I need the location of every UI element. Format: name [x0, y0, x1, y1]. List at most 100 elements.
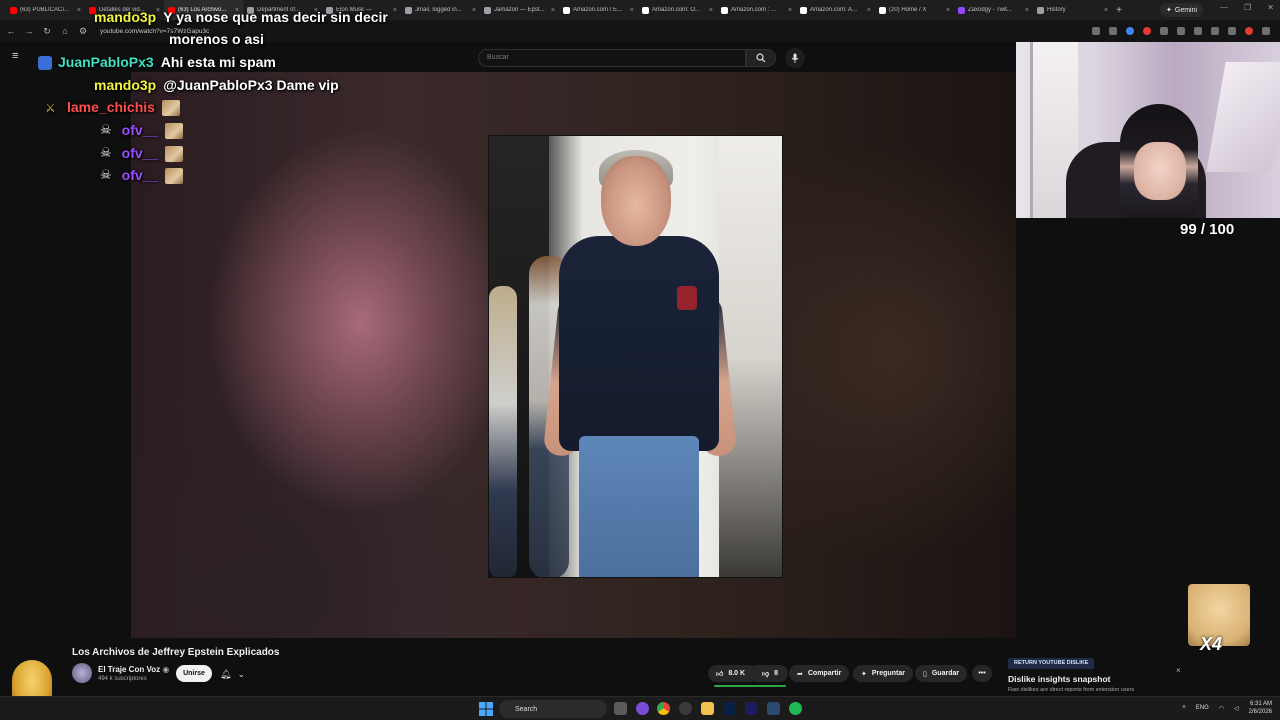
browser-tab[interactable]: Amazon.com: A... × — [796, 0, 875, 20]
browser-tab[interactable]: Jamazon — Epst... × — [480, 0, 559, 20]
share-label: Compartir — [807, 670, 842, 677]
browser-tab[interactable]: Amazon.com / E... × — [559, 0, 638, 20]
video-player[interactable] — [131, 72, 1016, 638]
volume-icon[interactable]: ◁ — [1234, 705, 1239, 712]
home-icon[interactable]: ⌂ — [60, 26, 70, 36]
spotify-icon[interactable] — [789, 702, 802, 715]
chat-message: ☠ ofv__ — [100, 167, 184, 187]
tab-close-icon[interactable]: × — [867, 7, 871, 14]
tab-close-icon[interactable]: × — [1025, 7, 1029, 14]
extension-icon[interactable] — [1194, 27, 1202, 35]
language-indicator[interactable]: ENG — [1196, 705, 1209, 711]
steam-icon[interactable] — [767, 702, 780, 715]
notification-bell-button[interactable]: 🔔︎ ⌄ — [220, 666, 252, 682]
extension-icon[interactable] — [1211, 27, 1219, 35]
chrome-icon[interactable] — [657, 702, 670, 715]
minimize-button[interactable]: — — [1220, 3, 1228, 12]
extension-icon[interactable] — [1126, 27, 1134, 35]
tab-close-icon[interactable]: × — [946, 7, 950, 14]
maximize-button[interactable]: ❐ — [1244, 3, 1251, 12]
puzzle-icon[interactable] — [1160, 27, 1168, 35]
tab-close-icon[interactable]: × — [551, 7, 555, 14]
app-icon[interactable] — [636, 702, 649, 715]
chat-badge-icon: ⚔ — [45, 101, 56, 115]
extension-icon[interactable] — [1177, 27, 1185, 35]
tab-favicon-icon — [484, 6, 491, 14]
tab-title: (63) PUBLICACI... — [20, 7, 70, 13]
ask-button[interactable]: ✦ Preguntar — [853, 665, 913, 682]
chat-message: JuanPabloPx3 Ahi esta mi spam — [38, 54, 276, 74]
tab-favicon-icon — [10, 6, 17, 14]
time: 6:31 AM — [1249, 701, 1272, 707]
voice-search-button[interactable] — [785, 48, 805, 68]
premiere-icon[interactable] — [745, 702, 758, 715]
tab-favicon-icon — [879, 6, 886, 14]
profile-avatar[interactable] — [1245, 27, 1253, 35]
browser-tab[interactable]: (63) PUBLICACI... × — [6, 0, 85, 20]
app-icon[interactable] — [679, 702, 692, 715]
share-button[interactable]: ➦ Compartir — [789, 665, 850, 682]
browser-tab[interactable]: Amazon.com: O... × — [638, 0, 717, 20]
chat-emote-icon — [165, 146, 184, 162]
system-tray: ˄ ENG ◠ ◁ 6:31 AM 2/6/2026 — [1182, 700, 1272, 716]
browser-tab[interactable]: Zaxodgy - Twit... × — [954, 0, 1033, 20]
back-icon[interactable]: ← — [6, 26, 16, 36]
close-window-button[interactable]: ✕ — [1267, 3, 1274, 12]
forward-icon[interactable]: → — [24, 26, 34, 36]
chat-username: ofv__ — [121, 122, 159, 138]
browser-tab[interactable]: History × — [1033, 0, 1112, 20]
gemini-button[interactable]: ✦ Gemini — [1160, 3, 1204, 17]
tab-close-icon[interactable]: × — [77, 7, 81, 14]
dislike-card-close-button[interactable]: × — [1176, 666, 1181, 675]
search-button[interactable] — [746, 49, 776, 67]
reload-icon[interactable]: ↻ — [42, 26, 52, 37]
channel-name[interactable]: El Traje Con Voz ◉ — [98, 665, 169, 674]
menu-icon[interactable] — [1262, 27, 1270, 35]
like-button[interactable]: 👍︎ 8.0 K — [708, 665, 758, 682]
tab-close-icon[interactable]: × — [472, 7, 476, 14]
share-icon: ➦ — [797, 670, 803, 678]
site-info-icon[interactable]: ⚙ — [78, 26, 88, 37]
wifi-icon[interactable]: ◠ — [1219, 705, 1224, 712]
goal-counter: 99 / 100 — [1180, 221, 1235, 238]
dislike-count: 8 — [774, 670, 779, 677]
dislike-button[interactable]: 👎︎ 8 — [754, 665, 788, 682]
ask-label: Preguntar — [871, 670, 905, 677]
hamburger-menu-icon[interactable]: ≡ — [12, 51, 23, 62]
dislike-card-tag: RETURN YOUTUBE DISLIKE — [1008, 658, 1095, 669]
file-explorer-icon[interactable] — [701, 702, 714, 715]
channel-avatar[interactable] — [72, 663, 92, 683]
new-tab-button[interactable]: + — [1112, 5, 1126, 16]
tab-close-icon[interactable]: × — [630, 7, 634, 14]
browser-tab[interactable]: (20) Home / X × — [875, 0, 954, 20]
browser-tab[interactable]: Jmail, logged in... × — [401, 0, 480, 20]
photoshop-icon[interactable] — [723, 702, 736, 715]
tab-title: Jamazon — Epst... — [494, 7, 545, 13]
chat-username: JuanPabloPx3 — [58, 54, 154, 70]
tab-favicon-icon — [1037, 6, 1044, 14]
date: 2/6/2026 — [1248, 709, 1272, 715]
screen: (63) PUBLICACI... × Detalles del vid... × (6… — [0, 0, 1280, 720]
windows-start-icon[interactable] — [479, 702, 493, 716]
chat-text: Ahi esta mi spam — [160, 54, 276, 70]
chevron-up-icon[interactable]: ˄ — [1182, 705, 1186, 711]
tab-close-icon[interactable]: × — [393, 7, 397, 14]
sidebar-icon[interactable] — [1228, 27, 1236, 35]
browser-tab[interactable]: Amazon.com : ... × — [717, 0, 796, 20]
cast-icon[interactable] — [1092, 27, 1100, 35]
clock[interactable]: 6:31 AM 2/6/2026 — [1249, 700, 1272, 716]
tab-close-icon[interactable]: × — [788, 7, 792, 14]
tab-close-icon[interactable]: × — [709, 7, 713, 14]
more-actions-button[interactable]: ••• — [972, 665, 992, 682]
verified-icon: ◉ — [162, 665, 170, 674]
taskbar-search[interactable]: Search — [499, 700, 607, 718]
chat-message: ☠ ofv__ — [100, 122, 184, 142]
task-view-icon[interactable] — [614, 702, 627, 715]
save-button[interactable]: ▯ Guardar — [915, 665, 968, 682]
search-input[interactable]: Buscar — [478, 49, 746, 67]
bookmark-star-icon[interactable] — [1109, 27, 1117, 35]
join-button[interactable]: Unirse — [176, 665, 212, 682]
chat-emote-icon — [165, 123, 184, 139]
extension-icon[interactable] — [1143, 27, 1151, 35]
tab-close-icon[interactable]: × — [1104, 7, 1108, 14]
